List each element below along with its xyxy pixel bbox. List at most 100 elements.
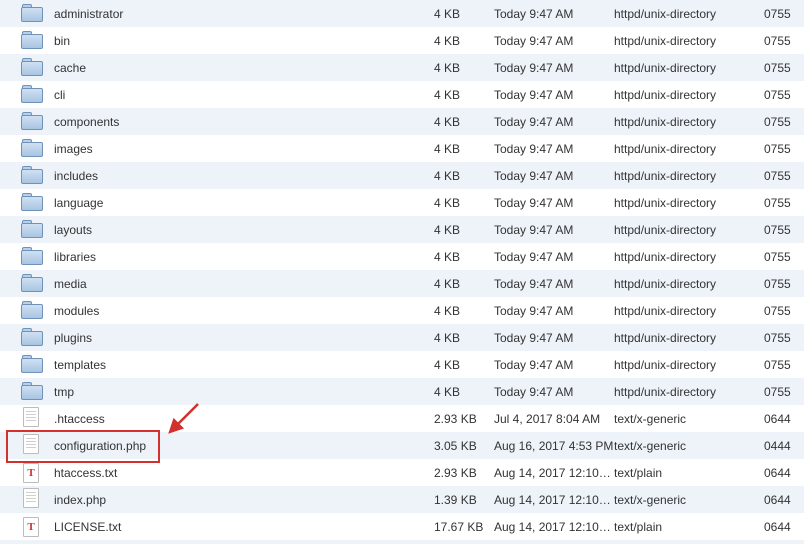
file-name-link[interactable]: tmp: [54, 385, 74, 399]
folder-icon: [21, 85, 41, 101]
name-cell: includes: [50, 162, 434, 189]
perm-cell: 0755: [764, 270, 804, 297]
select-cell[interactable]: [0, 189, 12, 216]
select-cell[interactable]: [0, 513, 12, 540]
file-name-link[interactable]: cli: [54, 88, 65, 102]
table-row[interactable]: templates4 KBToday 9:47 AMhttpd/unix-dir…: [0, 351, 804, 378]
select-cell[interactable]: [0, 459, 12, 486]
type-cell: httpd/unix-directory: [614, 108, 764, 135]
name-cell: language: [50, 189, 434, 216]
file-name-link[interactable]: media: [54, 277, 87, 291]
type-cell: httpd/unix-directory: [614, 54, 764, 81]
select-cell[interactable]: [0, 324, 12, 351]
table-row[interactable]: components4 KBToday 9:47 AMhttpd/unix-di…: [0, 108, 804, 135]
table-row[interactable]: modules4 KBToday 9:47 AMhttpd/unix-direc…: [0, 297, 804, 324]
select-cell[interactable]: [0, 405, 12, 432]
table-row[interactable]: libraries4 KBToday 9:47 AMhttpd/unix-dir…: [0, 243, 804, 270]
file-name-link[interactable]: administrator: [54, 7, 123, 21]
type-cell: text/plain: [614, 513, 764, 540]
select-cell[interactable]: [0, 135, 12, 162]
select-cell[interactable]: [0, 216, 12, 243]
perm-cell: 0444: [764, 432, 804, 459]
icon-cell: T: [12, 459, 50, 486]
select-cell[interactable]: [0, 270, 12, 297]
date-cell: Today 9:47 AM: [494, 324, 614, 351]
select-cell[interactable]: [0, 378, 12, 405]
name-cell: .htaccess: [50, 405, 434, 432]
perm-cell: 0755: [764, 189, 804, 216]
table-row[interactable]: TLICENSE.txt17.67 KBAug 14, 2017 12:10 P…: [0, 513, 804, 540]
date-cell: Today 9:47 AM: [494, 108, 614, 135]
file-name-link[interactable]: layouts: [54, 223, 92, 237]
file-name-link[interactable]: cache: [54, 61, 86, 75]
table-row[interactable]: cli4 KBToday 9:47 AMhttpd/unix-directory…: [0, 81, 804, 108]
select-cell[interactable]: [0, 243, 12, 270]
file-name-link[interactable]: includes: [54, 169, 98, 183]
table-row[interactable]: administrator4 KBToday 9:47 AMhttpd/unix…: [0, 0, 804, 27]
name-cell: templates: [50, 351, 434, 378]
select-cell[interactable]: [0, 297, 12, 324]
file-name-link[interactable]: templates: [54, 358, 106, 372]
select-cell[interactable]: [0, 162, 12, 189]
file-name-link[interactable]: components: [54, 115, 119, 129]
table-row[interactable]: images4 KBToday 9:47 AMhttpd/unix-direct…: [0, 135, 804, 162]
table-row[interactable]: includes4 KBToday 9:47 AMhttpd/unix-dire…: [0, 162, 804, 189]
table-row[interactable]: cache 4 KBToday 9:47 AMhttpd/unix-directo…: [0, 54, 804, 81]
date-cell: Today 9:47 AM: [494, 378, 614, 405]
table-row[interactable]: Thtaccess.txt2.93 KBAug 14, 2017 12:10 P…: [0, 459, 804, 486]
size-cell: 4 KB: [434, 54, 494, 81]
file-name-link[interactable]: modules: [54, 304, 99, 318]
select-cell[interactable]: [0, 108, 12, 135]
type-cell: httpd/unix-directory: [614, 351, 764, 378]
select-cell[interactable]: [0, 351, 12, 378]
size-cell: 2.93 KB: [434, 459, 494, 486]
icon-cell: [12, 324, 50, 351]
table-row[interactable]: TREADME.txt4.76 KBAug 14, 2017 12:10 PMt…: [0, 540, 804, 544]
name-cell: images: [50, 135, 434, 162]
file-name: configuration.php: [54, 439, 146, 453]
type-cell: httpd/unix-directory: [614, 189, 764, 216]
table-row[interactable]: configuration.php3.05 KBAug 16, 2017 4:5…: [0, 432, 804, 459]
icon-cell: T: [12, 540, 50, 544]
table-row[interactable]: layouts4 KBToday 9:47 AMhttpd/unix-direc…: [0, 216, 804, 243]
file-name-link[interactable]: libraries: [54, 250, 96, 264]
icon-cell: [12, 27, 50, 54]
size-cell: 1.39 KB: [434, 486, 494, 513]
name-cell: index.php: [50, 486, 434, 513]
select-cell[interactable]: [0, 81, 12, 108]
type-cell: httpd/unix-directory: [614, 270, 764, 297]
table-row[interactable]: bin4 KBToday 9:47 AMhttpd/unix-directory…: [0, 27, 804, 54]
icon-cell: [12, 378, 50, 405]
date-cell: Today 9:47 AM: [494, 81, 614, 108]
file-name-link[interactable]: plugins: [54, 331, 92, 345]
select-cell[interactable]: [0, 54, 12, 81]
file-name-link[interactable]: bin: [54, 34, 70, 48]
file-name-link[interactable]: language: [54, 196, 103, 210]
table-row[interactable]: media4 KBToday 9:47 AMhttpd/unix-directo…: [0, 270, 804, 297]
size-cell: 4 KB: [434, 135, 494, 162]
select-cell[interactable]: [0, 486, 12, 513]
icon-cell: [12, 0, 50, 27]
select-cell[interactable]: [0, 540, 12, 544]
table-row[interactable]: plugins4 KBToday 9:47 AMhttpd/unix-direc…: [0, 324, 804, 351]
date-cell: Today 9:47 AM: [494, 270, 614, 297]
icon-cell: [12, 54, 50, 81]
table-row[interactable]: .htaccess2.93 KBJul 4, 2017 8:04 AMtext/…: [0, 405, 804, 432]
type-cell: httpd/unix-directory: [614, 297, 764, 324]
file-name-link[interactable]: images: [54, 142, 93, 156]
perm-cell: 0755: [764, 324, 804, 351]
table-row[interactable]: tmp4 KBToday 9:47 AMhttpd/unix-directory…: [0, 378, 804, 405]
size-cell: 3.05 KB: [434, 432, 494, 459]
select-cell[interactable]: [0, 432, 12, 459]
file-name: LICENSE.txt: [54, 520, 121, 534]
size-cell: 2.93 KB: [434, 405, 494, 432]
select-cell[interactable]: [0, 27, 12, 54]
size-cell: 4 KB: [434, 351, 494, 378]
icon-cell: [12, 243, 50, 270]
table-row[interactable]: language4 KBToday 9:47 AMhttpd/unix-dire…: [0, 189, 804, 216]
date-cell: Today 9:47 AM: [494, 54, 614, 81]
table-row[interactable]: index.php1.39 KBAug 14, 2017 12:10 PMtex…: [0, 486, 804, 513]
type-cell: httpd/unix-directory: [614, 81, 764, 108]
size-cell: 17.67 KB: [434, 513, 494, 540]
select-cell[interactable]: [0, 0, 12, 27]
